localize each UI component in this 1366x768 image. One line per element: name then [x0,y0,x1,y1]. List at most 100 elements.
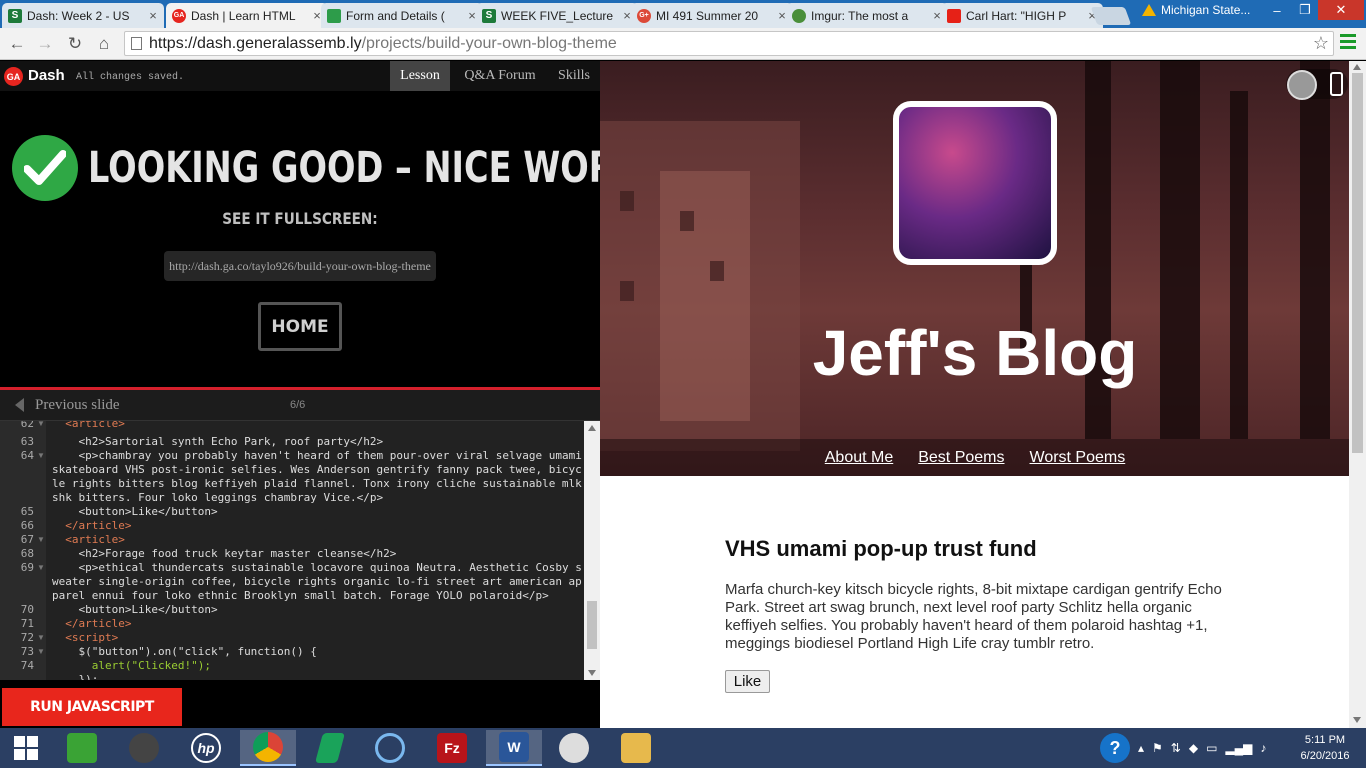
browser-tab-imgur[interactable]: Imgur: The most a × [786,3,948,28]
scroll-up-icon[interactable] [588,425,596,431]
zbrush-app-icon[interactable] [548,730,600,766]
fold-icon[interactable]: ▼ [37,451,45,460]
line-number: 62 [20,420,34,430]
fold-icon[interactable]: ▼ [37,563,45,572]
desktop-view-icon[interactable] [1287,70,1317,100]
volume-icon[interactable]: ♪ [1260,741,1266,755]
window-shape [680,211,694,231]
fold-icon[interactable]: ▼ [37,421,45,428]
slide-bar: Previous slide 6/6 [0,390,600,420]
previous-slide-link[interactable]: Previous slide [35,397,120,414]
like-button[interactable]: Like [725,670,770,693]
network-sync-icon[interactable]: ⇅ [1171,741,1181,755]
taskbar-clock[interactable]: 5:11 PM 6/20/2016 [1290,732,1360,764]
chrome-menu-icon[interactable] [1340,34,1356,52]
code-editor[interactable]: 62 63 64 65 66 67 68 69 70 71 72 73 74 ▼… [0,420,600,680]
scroll-down-icon[interactable] [1353,717,1361,723]
tab-favicon: G+ [637,8,651,23]
wifi-signal-icon[interactable]: ▂▄▆ [1225,741,1252,755]
blog-nav: About Me Best Poems Worst Poems [600,439,1350,476]
nav-link-worst-poems[interactable]: Worst Poems [1030,449,1126,467]
browser-tab-strip: S Dash: Week 2 - US × GA Dash | Learn HT… [0,0,1366,28]
chevron-left-icon[interactable] [15,398,24,412]
browser-tab-dash-week2[interactable]: S Dash: Week 2 - US × [2,3,164,28]
run-javascript-button[interactable]: RUN JAVASCRIPT [2,688,182,726]
tab-title: Carl Hart: "HIGH P [966,8,1067,23]
tab-skills[interactable]: Skills [550,61,598,91]
start-button[interactable] [0,730,52,766]
code-line: <button>Like</button> [52,505,218,518]
nav-link-about-me[interactable]: About Me [825,449,893,467]
help-icon[interactable]: ? [1100,733,1130,763]
preview-scrollbar[interactable] [1349,61,1366,728]
fold-icon[interactable]: ▼ [37,535,45,544]
close-button[interactable]: ✕ [1318,0,1364,20]
scroll-thumb[interactable] [587,601,597,649]
phone-icon[interactable] [1330,72,1343,96]
address-bar[interactable]: https://dash.generalassemb.ly/projects/b… [124,31,1334,56]
fullscreen-link[interactable]: http://dash.ga.co/taylo926/build-your-ow… [164,251,436,281]
forward-arrow-icon[interactable]: → [34,33,56,55]
tab-qa-forum[interactable]: Q&A Forum [456,61,544,91]
browser-tab-mi491[interactable]: G+ MI 491 Summer 20 × [631,3,793,28]
clock-time: 5:11 PM [1304,734,1346,746]
browser-toolbar: ← → ↻ ⌂ https://dash.generalassemb.ly/pr… [0,28,1366,60]
browser-tab-carl-hart[interactable]: Carl Hart: "HIGH P × [941,3,1103,28]
line-number: 63 [20,435,34,448]
browser-tab-week-five[interactable]: S WEEK FIVE_Lecture × [476,3,638,28]
line-number: 64 [20,449,34,462]
battery-icon[interactable]: ▭ [1206,741,1217,755]
bookmark-star-icon[interactable]: ☆ [1313,33,1329,54]
back-arrow-icon[interactable]: ← [6,33,28,55]
scroll-down-icon[interactable] [588,670,596,676]
tab-lesson[interactable]: Lesson [390,61,450,91]
filezilla-app-icon[interactable]: Fz [426,730,478,766]
browser-tab-form-details[interactable]: Form and Details ( × [321,3,483,28]
profile-badge[interactable]: Michigan State... [1142,0,1260,20]
new-tab-button[interactable] [1090,7,1132,25]
window-shape [620,191,634,211]
fold-icon[interactable]: ▼ [37,647,45,656]
line-number: 69 [20,561,34,574]
word-app-icon[interactable]: W [486,730,542,766]
tab-close-icon[interactable]: × [146,8,160,23]
home-button[interactable]: HOME [258,302,342,351]
flag-icon[interactable]: ⚑ [1152,741,1163,755]
window-shape [620,281,634,301]
editor-scrollbar[interactable] [584,421,600,680]
chrome-app-icon[interactable] [240,730,296,766]
nav-link-best-poems[interactable]: Best Poems [918,449,1004,467]
restore-button[interactable]: ❐ [1292,0,1318,20]
device-toggle[interactable] [1286,69,1348,100]
file-explorer-app-icon[interactable] [610,730,662,766]
ga-logo[interactable]: GA [4,67,23,86]
webcam-app-icon[interactable] [118,730,170,766]
chevron-up-icon[interactable]: ▴ [1138,741,1144,755]
home-icon[interactable]: ⌂ [93,33,115,55]
scroll-thumb[interactable] [1352,73,1363,453]
code-line: </article> [52,519,132,532]
code-line: alert("Clicked!"); [52,659,211,672]
windows-taskbar: hp Fz W ? ▴ ⚑ ⇅ ◆ ▭ ▂▄▆ ♪ 5:11 PM 6/20/2… [0,728,1366,768]
browser-app-icon[interactable] [364,730,416,766]
browser-tab-dash-learn[interactable]: GA Dash | Learn HTML × [166,3,328,28]
minimize-button[interactable]: – [1262,0,1292,20]
tab-title: MI 491 Summer 20 [656,8,759,23]
scroll-up-icon[interactable] [1353,64,1361,70]
dropbox-icon[interactable]: ◆ [1189,741,1198,755]
fold-icon[interactable]: ▼ [37,633,45,642]
post-body: Marfa church-key kitsch bicycle rights, … [725,581,1222,652]
store-app-icon[interactable] [56,730,108,766]
tab-title: Form and Details ( [346,8,445,23]
dash-title[interactable]: Dash [28,67,65,84]
tab-favicon: GA [172,8,186,23]
tab-favicon: S [482,8,496,23]
code-line: <script> [52,631,119,644]
reload-icon[interactable]: ↻ [64,33,86,55]
code-line: $("button").on("click", function() { [52,645,317,658]
code-line: <h2>Sartorial synth Echo Park, roof part… [52,435,384,448]
code-line: <button>Like</button> [52,603,218,616]
hp-app-icon[interactable]: hp [180,730,232,766]
green-app-icon[interactable] [304,730,356,766]
tab-title: Dash | Learn HTML [191,8,296,23]
